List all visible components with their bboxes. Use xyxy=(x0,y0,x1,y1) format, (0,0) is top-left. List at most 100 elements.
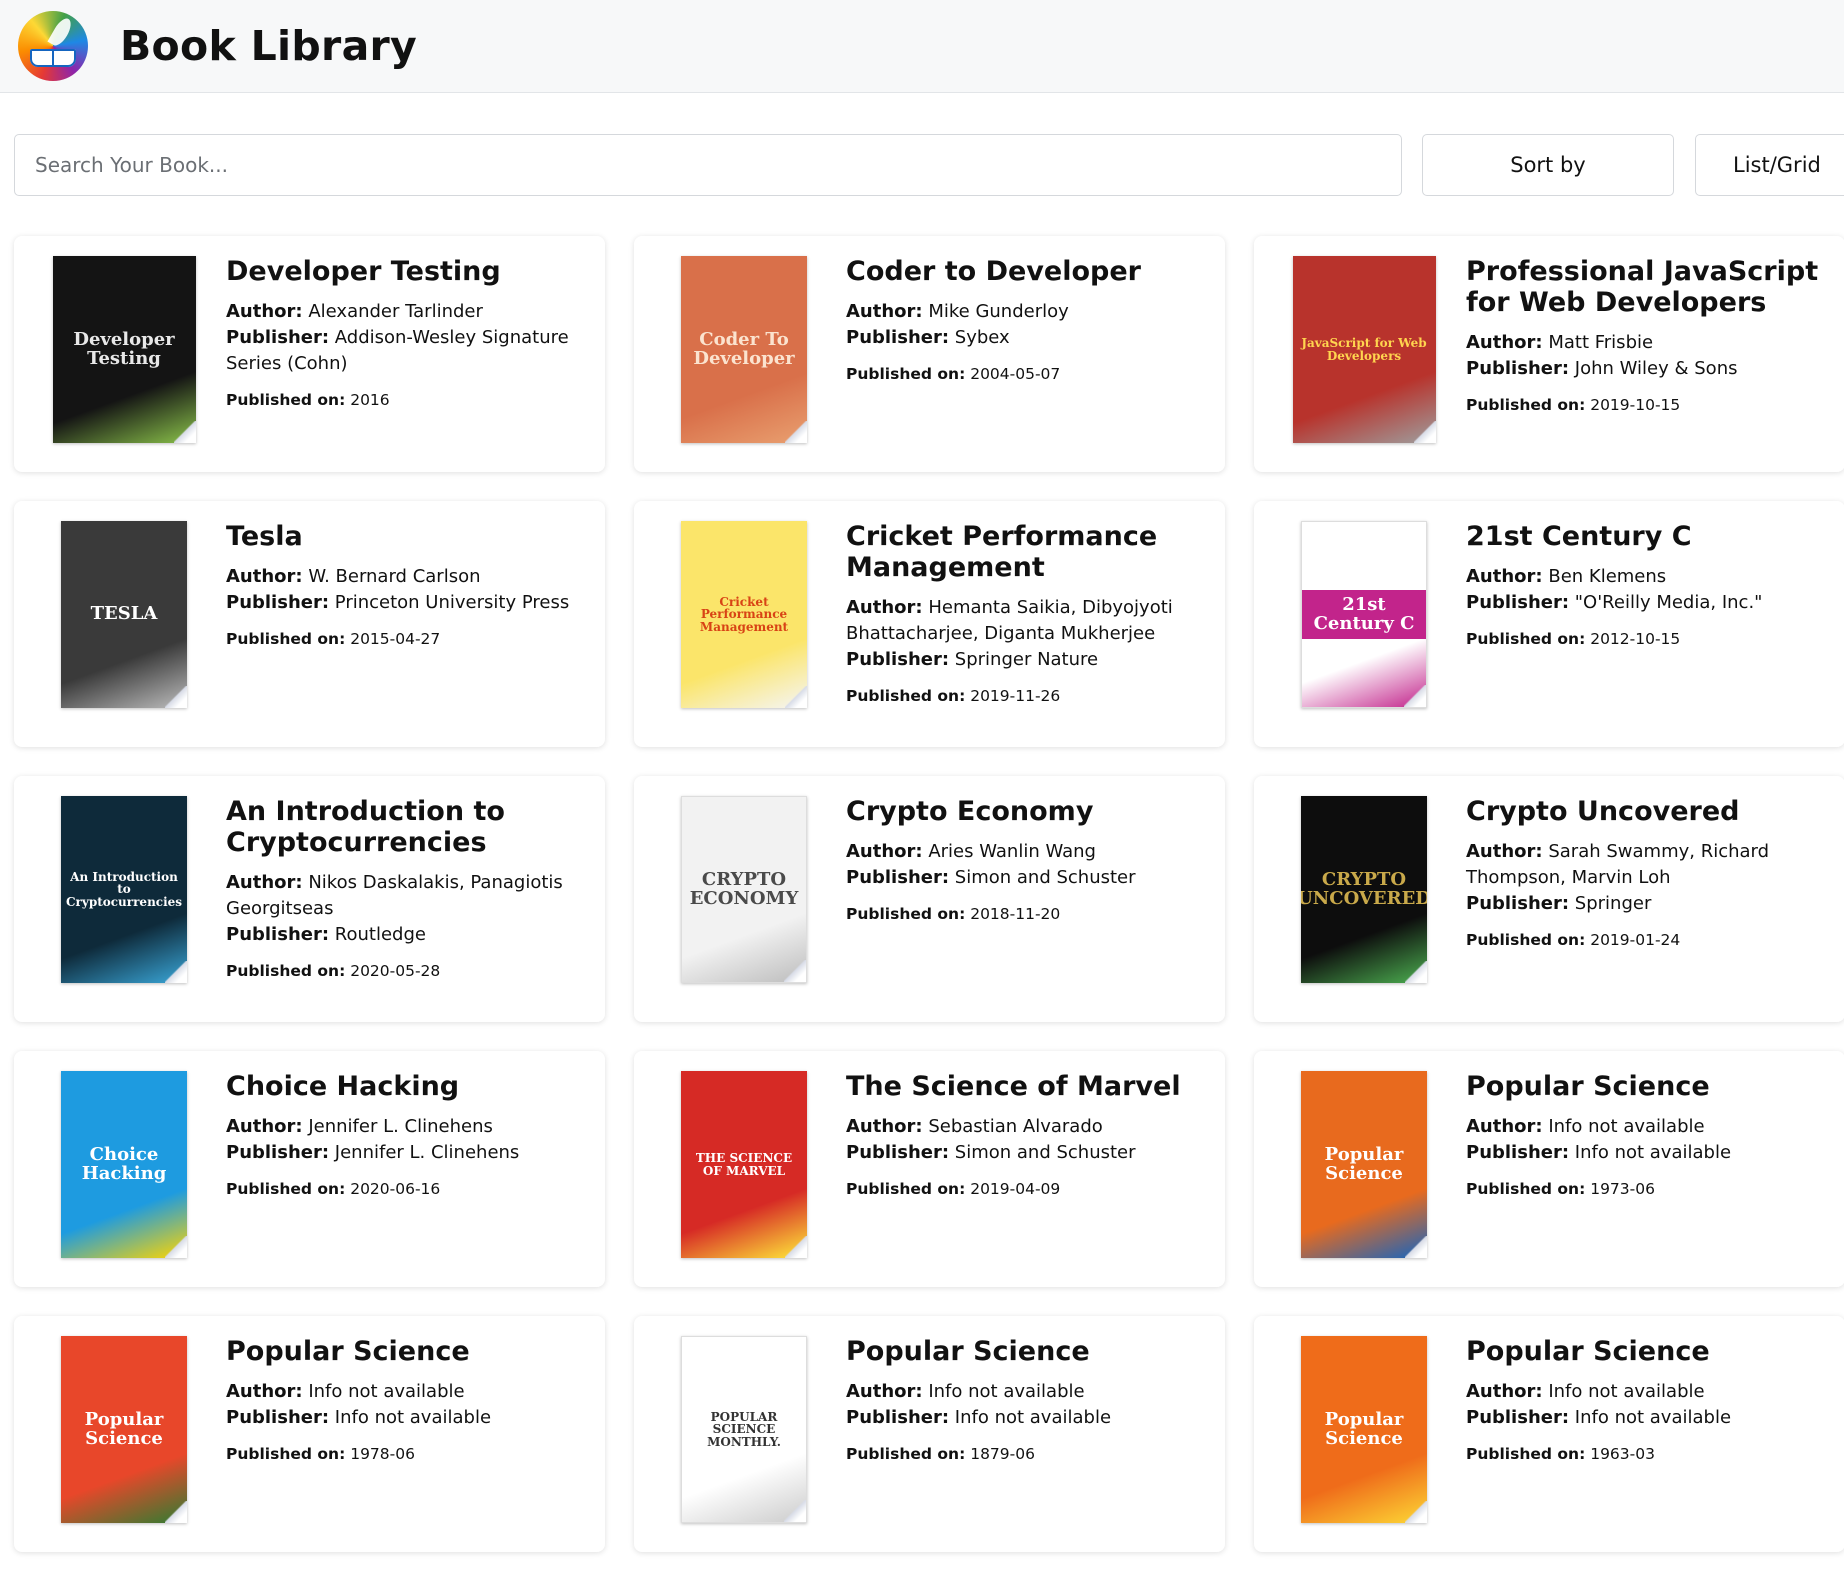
author-label: Author: xyxy=(1466,1381,1543,1402)
book-card[interactable]: JavaScript for Web Developers Professiona… xyxy=(1254,236,1844,472)
book-cover-image[interactable]: TESLA xyxy=(61,521,187,708)
book-cover-title: TESLA xyxy=(90,603,158,625)
book-card[interactable]: CRYPTO ECONOMY Crypto Economy Author: Arie… xyxy=(634,776,1225,1022)
published-label: Published on: xyxy=(1466,1180,1586,1198)
book-title[interactable]: Crypto Uncovered xyxy=(1466,796,1827,827)
author-value: Sebastian Alvarado xyxy=(928,1116,1103,1137)
book-card[interactable]: TESLA Tesla Author: W. Bernard Carlson Publ… xyxy=(14,501,605,747)
book-cover-wrap: Popular Science xyxy=(34,1336,214,1532)
author-label: Author: xyxy=(226,1116,303,1137)
book-cover-image[interactable]: Cricket Performance Management xyxy=(681,521,807,708)
book-card[interactable]: Choice Hacking Choice Hacking Author: Jenn… xyxy=(14,1051,605,1287)
book-cover-wrap: Choice Hacking xyxy=(34,1071,214,1267)
author-value: W. Bernard Carlson xyxy=(308,566,481,587)
book-cover-image[interactable]: Coder To Developer xyxy=(681,256,807,443)
book-cover-image[interactable]: Popular Science xyxy=(1301,1336,1427,1523)
book-card[interactable]: POPULAR SCIENCE MONTHLY. Popular Science A… xyxy=(634,1316,1225,1552)
book-cover-wrap: Cricket Performance Management xyxy=(654,521,834,727)
book-cover-wrap: Coder To Developer xyxy=(654,256,834,452)
publisher-value: Princeton University Press xyxy=(334,592,570,613)
book-title[interactable]: 21st Century C xyxy=(1466,521,1827,552)
book-card[interactable]: THE SCIENCE OF MARVEL The Science of Marv… xyxy=(634,1051,1225,1287)
book-title[interactable]: Choice Hacking xyxy=(226,1071,587,1102)
book-author: Author: Nikos Daskalakis, Panagiotis Geo… xyxy=(226,870,587,922)
book-author: Author: Sarah Swammy, Richard Thompson, … xyxy=(1466,839,1827,891)
book-title[interactable]: Popular Science xyxy=(1466,1071,1827,1102)
published-label: Published on: xyxy=(1466,931,1586,949)
book-card[interactable]: Popular Science Popular Science Author: In… xyxy=(1254,1051,1844,1287)
publisher-value: Info not available xyxy=(334,1407,492,1428)
book-cover-wrap: An Introduction to Cryptocurrencies xyxy=(34,796,214,1002)
book-cover-image[interactable]: Popular Science xyxy=(61,1336,187,1523)
book-title[interactable]: Crypto Economy xyxy=(846,796,1207,827)
author-value: Jennifer L. Clinehens xyxy=(308,1116,493,1137)
author-value: Info not available xyxy=(1548,1381,1705,1402)
open-book-icon xyxy=(30,49,76,67)
book-title[interactable]: Popular Science xyxy=(226,1336,587,1367)
publisher-label: Publisher: xyxy=(1466,592,1570,613)
book-author: Author: Aries Wanlin Wang xyxy=(846,839,1207,865)
published-label: Published on: xyxy=(226,962,346,980)
book-cover-image[interactable]: CRYPTO UNCOVERED xyxy=(1301,796,1427,983)
author-label: Author: xyxy=(226,1381,303,1402)
book-card[interactable]: Cricket Performance Management Cricket Pe… xyxy=(634,501,1225,747)
published-label: Published on: xyxy=(846,365,966,383)
publisher-value: Springer Nature xyxy=(954,649,1099,670)
book-title[interactable]: An Introduction to Cryptocurrencies xyxy=(226,796,587,858)
book-card[interactable]: An Introduction to Cryptocurrencies An In… xyxy=(14,776,605,1022)
publisher-value: John Wiley & Sons xyxy=(1574,358,1738,379)
book-title[interactable]: The Science of Marvel xyxy=(846,1071,1207,1102)
published-value: 2016 xyxy=(350,391,390,409)
sort-by-button[interactable]: Sort by xyxy=(1422,134,1674,196)
book-cover-image[interactable]: 21st Century C xyxy=(1301,521,1427,708)
book-cover-title: Developer Testing xyxy=(73,328,175,369)
book-author: Author: Sebastian Alvarado xyxy=(846,1114,1207,1140)
book-cover-title: Popular Science xyxy=(1324,1408,1404,1449)
author-label: Author: xyxy=(1466,566,1543,587)
publisher-label: Publisher: xyxy=(846,649,950,670)
book-cover-image[interactable]: CRYPTO ECONOMY xyxy=(681,796,807,983)
book-cover-image[interactable]: POPULAR SCIENCE MONTHLY. xyxy=(681,1336,807,1523)
book-publisher: Publisher: "O'Reilly Media, Inc." xyxy=(1466,590,1827,616)
book-cover-image[interactable]: THE SCIENCE OF MARVEL xyxy=(681,1071,807,1258)
book-publisher: Publisher: Springer Nature xyxy=(846,647,1207,673)
author-label: Author: xyxy=(1466,332,1543,353)
book-published-date: Published on: 1963-03 xyxy=(1466,1445,1827,1463)
search-input[interactable] xyxy=(14,134,1402,196)
book-info: Coder to Developer Author: Mike Gunderloy… xyxy=(834,256,1207,452)
published-value: 2015-04-27 xyxy=(350,630,441,648)
published-value: 1963-03 xyxy=(1590,1445,1655,1463)
book-author: Author: Ben Klemens xyxy=(1466,564,1827,590)
published-value: 1973-06 xyxy=(1590,1180,1655,1198)
author-value: Matt Frisbie xyxy=(1548,332,1654,353)
book-title[interactable]: Developer Testing xyxy=(226,256,587,287)
publisher-label: Publisher: xyxy=(1466,1407,1570,1428)
book-card[interactable]: Developer Testing Developer Testing Author… xyxy=(14,236,605,472)
book-title[interactable]: Tesla xyxy=(226,521,587,552)
published-value: 2004-05-07 xyxy=(970,365,1061,383)
book-cover-image[interactable]: Choice Hacking xyxy=(61,1071,187,1258)
book-title[interactable]: Popular Science xyxy=(846,1336,1207,1367)
book-cover-image[interactable]: Popular Science xyxy=(1301,1071,1427,1258)
publisher-label: Publisher: xyxy=(846,327,950,348)
book-card[interactable]: Coder To Developer Coder to Developer Auth… xyxy=(634,236,1225,472)
book-cover-image[interactable]: JavaScript for Web Developers xyxy=(1292,256,1436,443)
list-grid-toggle-button[interactable]: List/Grid xyxy=(1695,134,1844,196)
book-published-date: Published on: 2015-04-27 xyxy=(226,630,587,648)
book-title[interactable]: Professional JavaScript for Web Develope… xyxy=(1466,256,1827,318)
book-cover-wrap: TESLA xyxy=(34,521,214,727)
book-card[interactable]: 21st Century C 21st Century C Author: Ben … xyxy=(1254,501,1844,747)
book-cover-image[interactable]: Developer Testing xyxy=(52,256,196,443)
book-info: Cricket Performance Management Author: He… xyxy=(834,521,1207,727)
book-author: Author: Alexander Tarlinder xyxy=(226,299,587,325)
book-cover-image[interactable]: An Introduction to Cryptocurrencies xyxy=(61,796,187,983)
book-title[interactable]: Popular Science xyxy=(1466,1336,1827,1367)
book-info: Popular Science Author: Info not availabl… xyxy=(834,1336,1207,1532)
book-card[interactable]: Popular Science Popular Science Author: In… xyxy=(1254,1316,1844,1552)
book-card[interactable]: Popular Science Popular Science Author: In… xyxy=(14,1316,605,1552)
book-card[interactable]: CRYPTO UNCOVERED Crypto Uncovered Author: … xyxy=(1254,776,1844,1022)
publisher-value: Simon and Schuster xyxy=(954,867,1136,888)
book-title[interactable]: Cricket Performance Management xyxy=(846,521,1207,583)
book-published-date: Published on: 2019-10-15 xyxy=(1466,396,1827,414)
book-title[interactable]: Coder to Developer xyxy=(846,256,1207,287)
